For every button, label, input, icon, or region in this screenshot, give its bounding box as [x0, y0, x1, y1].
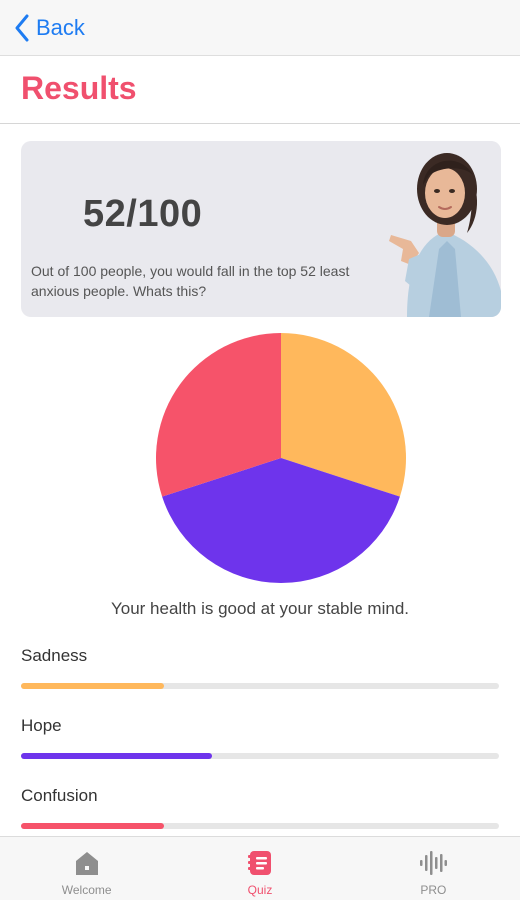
- back-label: Back: [36, 15, 85, 40]
- metric-label: Hope: [21, 716, 62, 735]
- tab-welcome[interactable]: Welcome: [0, 837, 173, 900]
- score-description[interactable]: Out of 100 people, you would fall in the…: [31, 261, 371, 301]
- metric-sadness: Sadness: [21, 646, 499, 689]
- home-icon: [75, 852, 98, 875]
- quiz-icon: [247, 851, 271, 875]
- score-card: 52/100 Out of 100 people, you would fall…: [21, 141, 501, 317]
- back-button[interactable]: Back: [14, 12, 85, 44]
- confusion-progress-fill: [21, 823, 165, 829]
- emotion-pie-chart: [156, 333, 407, 583]
- metric-hope: Hope: [21, 716, 499, 759]
- hope-progress-fill: [21, 753, 213, 759]
- tab-label: Quiz: [247, 883, 273, 897]
- navigation-bar: Back: [0, 0, 520, 56]
- chevron-left-icon: [15, 14, 29, 42]
- tab-bar: Welcome Quiz PRO: [0, 836, 520, 900]
- sadness-progress-fill: [21, 683, 165, 689]
- sadness-progress-track: [21, 683, 499, 689]
- confusion-progress-track: [21, 823, 499, 829]
- title-bar: Results: [0, 56, 520, 124]
- pie-caption: Your health is good at your stable mind.: [110, 599, 409, 618]
- hope-progress-track: [21, 753, 499, 759]
- tab-label: Welcome: [61, 883, 112, 897]
- metric-label: Sadness: [21, 646, 88, 665]
- audio-wave-icon: [420, 851, 448, 875]
- tab-pro[interactable]: PRO: [347, 837, 520, 900]
- metric-confusion: Confusion: [21, 786, 499, 829]
- tab-label: PRO: [420, 883, 447, 897]
- page-title: Results: [21, 70, 137, 106]
- metric-label: Confusion: [21, 786, 98, 805]
- tab-quiz[interactable]: Quiz: [173, 837, 346, 900]
- woman-portrait-illustration: [389, 141, 501, 317]
- score-value: 52/100: [83, 193, 203, 235]
